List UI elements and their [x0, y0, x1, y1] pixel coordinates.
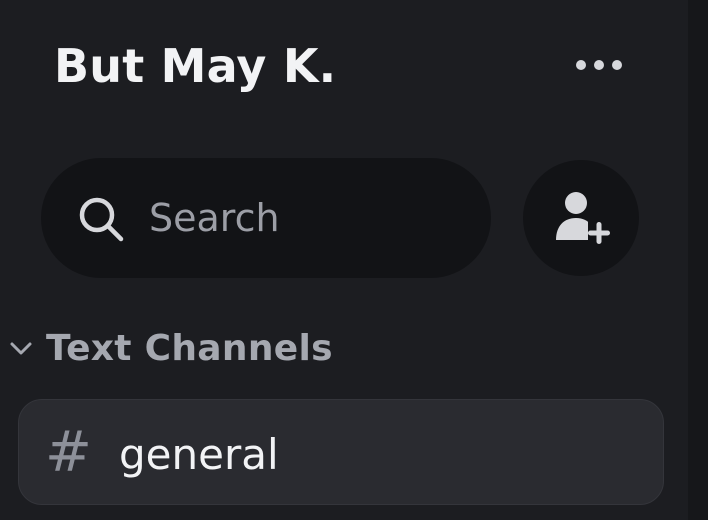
channel-sidebar: But May K. Text Channels # general [0, 0, 688, 520]
add-user-icon [556, 192, 610, 246]
channel-name: general [119, 430, 279, 479]
search-bar[interactable] [41, 158, 491, 278]
chevron-down-icon [10, 342, 32, 355]
panel-divider [688, 0, 708, 520]
ellipsis-horizontal-icon [576, 60, 622, 70]
channel-item-general[interactable]: # general [18, 399, 664, 505]
more-options-button[interactable] [566, 44, 632, 86]
search-input[interactable] [149, 188, 449, 248]
dot [594, 60, 604, 70]
dot [612, 60, 622, 70]
add-friend-button[interactable] [523, 160, 639, 276]
hash-icon: # [45, 420, 92, 485]
dot [576, 60, 586, 70]
search-icon [79, 197, 124, 242]
category-text-channels[interactable]: Text Channels [0, 318, 333, 378]
server-title[interactable]: But May K. [54, 38, 336, 94]
category-label: Text Channels [46, 327, 333, 369]
